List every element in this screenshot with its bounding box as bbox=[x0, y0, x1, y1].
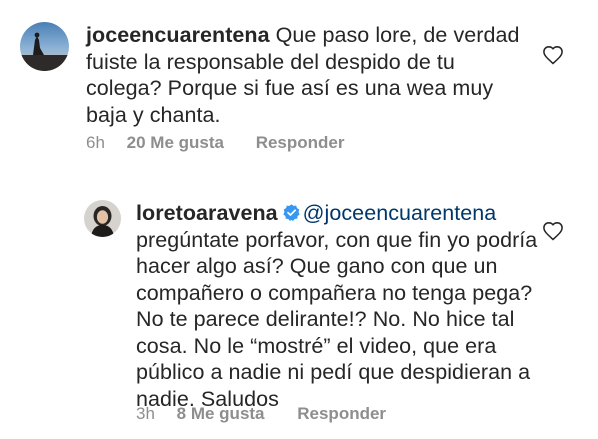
comment-likes-count[interactable]: 8 Me gusta bbox=[177, 404, 265, 424]
like-button[interactable] bbox=[542, 45, 564, 65]
comment-username[interactable]: loretoaravena bbox=[136, 201, 278, 225]
comment-body: joceencuarentena Que paso lore, de verda… bbox=[86, 22, 526, 128]
reply-button[interactable]: Responder bbox=[297, 404, 386, 424]
avatar[interactable] bbox=[20, 22, 69, 71]
comment-timestamp[interactable]: 6h bbox=[86, 133, 105, 153]
like-button[interactable] bbox=[542, 221, 564, 241]
profile-photo-woman-icon bbox=[84, 200, 121, 237]
comment-likes-count[interactable]: 20 Me gusta bbox=[127, 133, 224, 153]
heart-outline-icon bbox=[543, 222, 563, 241]
verified-badge-icon bbox=[283, 204, 300, 222]
avatar[interactable] bbox=[84, 200, 121, 237]
heart-outline-icon bbox=[543, 46, 563, 65]
comment-meta: 6h 20 Me gusta Responder bbox=[86, 133, 345, 153]
reply-button[interactable]: Responder bbox=[256, 133, 345, 153]
comment-meta: 3h 8 Me gusta Responder bbox=[136, 404, 386, 424]
profile-photo-sunset-icon bbox=[20, 22, 69, 71]
comment-mention-link[interactable]: @joceencuarentena bbox=[303, 201, 497, 225]
comment-text: pregúntate porfavor, con que fin yo podr… bbox=[136, 227, 538, 411]
comment-username[interactable]: joceencuarentena bbox=[86, 23, 270, 47]
comment-body: loretoaravena @joceencuarentena pregúnta… bbox=[136, 200, 556, 412]
comment-timestamp[interactable]: 3h bbox=[136, 404, 155, 424]
